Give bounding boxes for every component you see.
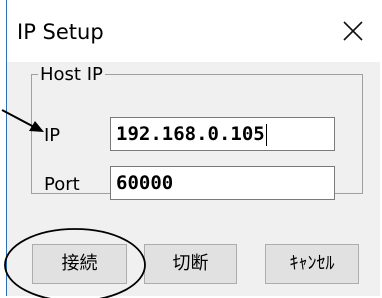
cancel-button[interactable]: ｷｬﾝｾﾙ xyxy=(265,244,359,284)
port-input[interactable]: 60000 xyxy=(110,166,335,200)
close-icon xyxy=(343,21,363,41)
connect-button[interactable]: 接続 xyxy=(32,244,127,284)
title-bar: IP Setup xyxy=(7,0,380,62)
ip-input-value: 192.168.0.105 xyxy=(116,123,265,145)
ip-setup-dialog: IP Setup Host IP IP 192.168.0.105 Port 6… xyxy=(6,0,380,296)
dialog-body: Host IP IP 192.168.0.105 Port 60000 接続 切… xyxy=(7,62,380,296)
groupbox-legend: Host IP xyxy=(40,64,103,85)
port-label: Port xyxy=(44,174,80,195)
ip-label: IP xyxy=(44,125,61,146)
disconnect-button[interactable]: 切断 xyxy=(144,244,237,284)
text-caret xyxy=(265,123,267,146)
port-input-value: 60000 xyxy=(116,172,174,194)
close-button[interactable] xyxy=(336,14,370,48)
window-title: IP Setup xyxy=(17,20,104,44)
ip-input[interactable]: 192.168.0.105 xyxy=(110,117,335,151)
